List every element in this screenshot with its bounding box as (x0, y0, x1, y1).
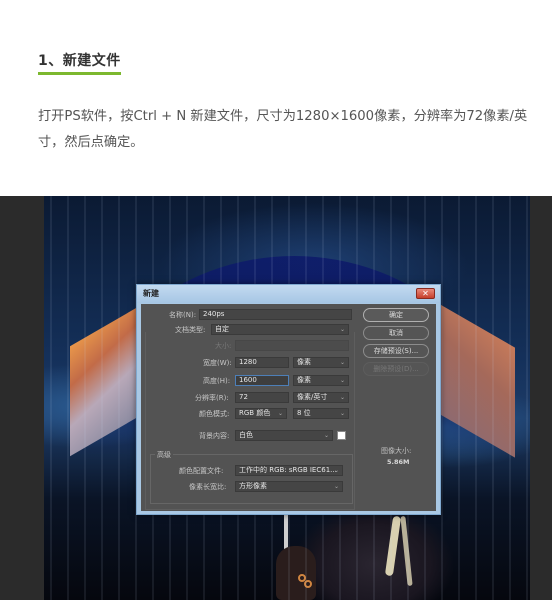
delete-preset-button: 删除预设(D)... (363, 362, 429, 376)
chevron-down-icon: ⌄ (339, 359, 345, 366)
width-input[interactable]: 1280 (235, 357, 289, 368)
name-label: 名称(N): (169, 311, 197, 319)
new-document-dialog: 新建 ✕ 名称(N): 240ps 文档类型: 自定 ⌄ 大小: 宽度(W): 1… (136, 284, 441, 515)
resolution-unit-select[interactable]: 像素/英寸 ⌄ (293, 392, 349, 403)
preset-label: 文档类型: (175, 326, 206, 334)
height-value: 1600 (239, 376, 257, 384)
image-size-value: 5.86M (387, 458, 410, 466)
chevron-down-icon: ⌄ (333, 467, 339, 474)
name-value: 240ps (203, 310, 225, 318)
section-heading: 1、新建文件 (38, 50, 121, 75)
width-unit-select[interactable]: 像素 ⌄ (293, 357, 349, 368)
instruction-paragraph: 打开PS软件，按Ctrl + N 新建文件，尺寸为1280×1600像素，分辨率… (38, 109, 528, 150)
size-select (235, 340, 349, 351)
color-mode-label: 颜色模式: (199, 410, 230, 418)
dialog-titlebar[interactable]: 新建 ✕ (137, 285, 440, 303)
pixel-aspect-label: 像素长宽比: (189, 483, 227, 491)
close-icon: ✕ (422, 289, 429, 298)
size-label: 大小: (215, 342, 232, 350)
color-profile-label: 颜色配置文件: (179, 467, 224, 475)
resolution-label: 分辨率(R): (195, 394, 229, 402)
preset-value: 自定 (215, 325, 229, 333)
width-unit-value: 像素 (297, 358, 311, 366)
chevron-down-icon: ⌄ (277, 410, 283, 417)
resolution-input[interactable]: 72 (235, 392, 289, 403)
advanced-group (150, 454, 353, 504)
preset-select[interactable]: 自定 ⌄ (211, 324, 349, 335)
chevron-down-icon: ⌄ (339, 410, 345, 417)
background-label: 背景内容: (199, 432, 230, 440)
color-profile-value: 工作中的 RGB: sRGB IEC61... (239, 466, 337, 474)
pixel-aspect-select[interactable]: 方形像素 ⌄ (235, 481, 343, 492)
chevron-down-icon: ⌄ (339, 326, 345, 333)
dialog-body: 名称(N): 240ps 文档类型: 自定 ⌄ 大小: 宽度(W): 1280 像… (141, 304, 436, 511)
name-input[interactable]: 240ps (199, 309, 352, 320)
height-unit-value: 像素 (297, 376, 311, 384)
advanced-group-title[interactable]: 高级 (155, 450, 173, 460)
background-color-swatch[interactable] (337, 431, 346, 440)
screenshot-frame: 新建 ✕ 名称(N): 240ps 文档类型: 自定 ⌄ 大小: 宽度(W): 1… (0, 196, 552, 600)
cancel-button[interactable]: 取消 (363, 326, 429, 340)
height-input[interactable]: 1600 (235, 375, 289, 386)
background-select[interactable]: 白色 ⌄ (235, 430, 333, 441)
color-profile-select[interactable]: 工作中的 RGB: sRGB IEC61... ⌄ (235, 465, 343, 476)
resolution-value: 72 (239, 393, 248, 401)
color-mode-value: RGB 颜色 (239, 409, 271, 417)
chevron-down-icon: ⌄ (339, 377, 345, 384)
image-size-label: 图像大小: (381, 447, 412, 455)
ok-button[interactable]: 确定 (363, 308, 429, 322)
resolution-unit-value: 像素/英寸 (297, 393, 328, 401)
chevron-down-icon: ⌄ (323, 432, 329, 439)
bit-depth-select[interactable]: 8 位 ⌄ (293, 408, 349, 419)
close-button[interactable]: ✕ (416, 288, 435, 299)
width-label: 宽度(W): (203, 359, 232, 367)
color-mode-select[interactable]: RGB 颜色 ⌄ (235, 408, 287, 419)
height-label: 高度(H): (203, 377, 231, 385)
background-value: 白色 (239, 431, 253, 439)
bit-depth-value: 8 位 (297, 409, 311, 417)
dialog-title: 新建 (143, 289, 159, 298)
chevron-down-icon: ⌄ (339, 394, 345, 401)
pixel-aspect-value: 方形像素 (239, 482, 267, 490)
save-preset-button[interactable]: 存储预设(S)... (363, 344, 429, 358)
width-value: 1280 (239, 358, 257, 366)
height-unit-select[interactable]: 像素 ⌄ (293, 375, 349, 386)
chevron-down-icon: ⌄ (333, 483, 339, 490)
